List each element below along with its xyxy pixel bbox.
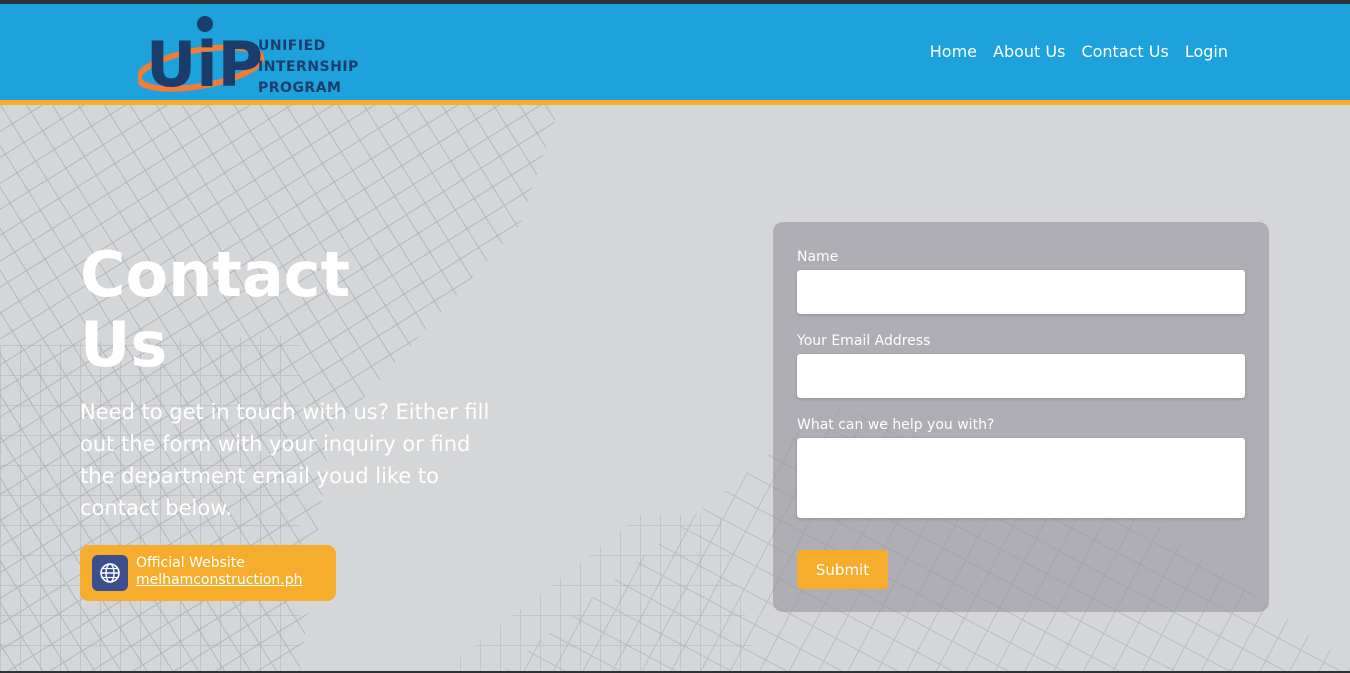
nav-contact-link[interactable]: Contact Us — [1081, 42, 1168, 61]
name-input[interactable] — [797, 270, 1245, 314]
official-website-label: Official Website — [136, 555, 245, 571]
site-header: UiP UNIFIED INTERNSHIP PROGRAM Home Abou… — [0, 4, 1350, 101]
email-input[interactable] — [797, 354, 1245, 398]
submit-button[interactable]: Submit — [797, 550, 888, 589]
logo-line-internship: INTERNSHIP — [258, 59, 359, 75]
nav-about-link[interactable]: About Us — [993, 42, 1065, 61]
nav-home-link[interactable]: Home — [930, 42, 977, 61]
nav-login-link[interactable]: Login — [1185, 42, 1228, 61]
message-textarea[interactable] — [797, 438, 1245, 518]
page-title-line-2: Us — [80, 308, 168, 381]
message-label: What can we help you with? — [797, 417, 995, 433]
official-website-card: Official Website melhamconstruction.ph — [80, 545, 336, 601]
logo-line-program: PROGRAM — [258, 80, 342, 96]
official-website-link[interactable]: melhamconstruction.ph — [136, 572, 303, 588]
globe-icon — [92, 555, 128, 591]
page-title-line-1: Contact — [80, 238, 351, 311]
page-title: Contact Us — [80, 240, 410, 380]
contact-description: Need to get in touch with us? Either fil… — [80, 400, 490, 520]
svg-text:UiP: UiP — [146, 28, 263, 100]
logo-wordmark: UNIFIED INTERNSHIP PROGRAM — [258, 36, 359, 99]
name-label: Name — [797, 249, 839, 265]
main-nav: Home About Us Contact Us Login — [930, 42, 1228, 61]
contact-hero: Contact Us Need to get in touch with us?… — [0, 105, 1350, 673]
site-logo[interactable]: UiP UNIFIED INTERNSHIP PROGRAM — [135, 10, 398, 101]
email-label: Your Email Address — [797, 333, 931, 349]
uip-logo-mark: UiP — [135, 16, 265, 101]
contact-form: Name Your Email Address What can we help… — [773, 222, 1269, 612]
logo-line-unified: UNIFIED — [258, 38, 326, 54]
